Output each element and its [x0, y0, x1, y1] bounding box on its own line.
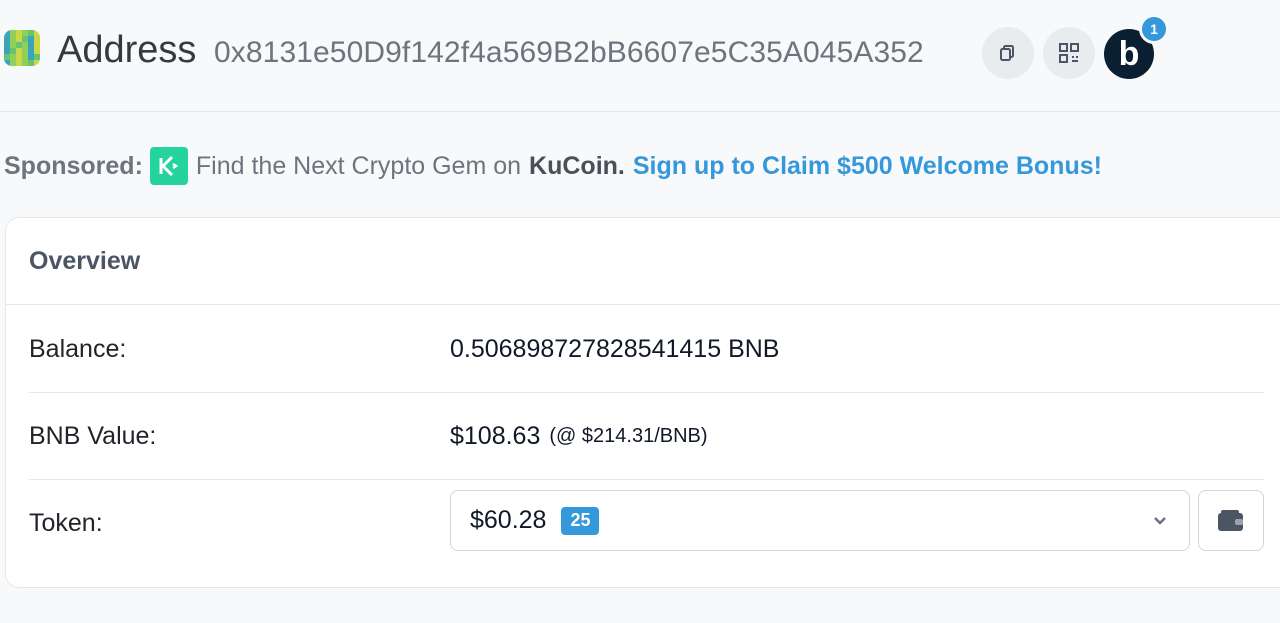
sponsored-label: Sponsored:	[4, 151, 143, 180]
token-value: $60.28	[470, 506, 547, 534]
balance-label: Balance:	[29, 335, 127, 363]
bnb-value-label: BNB Value:	[29, 422, 157, 450]
page-header: Address 0x8131e50D9f142f4a569B2bB6607e5C…	[0, 0, 1280, 112]
token-label: Token:	[29, 509, 103, 537]
wallet-button[interactable]	[1198, 490, 1264, 551]
sponsored-brand[interactable]: KuCoin.	[529, 152, 625, 181]
qr-code-button[interactable]	[1043, 27, 1095, 79]
token-count-badge: 25	[561, 506, 600, 535]
balance-row: Balance: 0.506898727828541415 BNB	[29, 306, 1264, 393]
bnb-value-row: BNB Value: $108.63 (@ $214.31/BNB)	[29, 393, 1264, 480]
address-avatar	[4, 30, 40, 66]
token-row: Token: $60.28 25	[29, 480, 1264, 567]
kucoin-symbol	[159, 155, 179, 177]
notification-badge: 1	[1139, 14, 1169, 44]
address-hash[interactable]: 0x8131e50D9f142f4a569B2bB6607e5C35A045A3…	[214, 35, 924, 71]
bnb-price: (@ $214.31/BNB)	[549, 425, 708, 447]
bnb-value-amount: $108.63	[450, 422, 541, 450]
copy-icon	[1000, 45, 1014, 61]
qr-code-icon	[1059, 43, 1079, 63]
bnb-value-wrapper: $108.63 (@ $214.31/BNB)	[450, 393, 708, 480]
chevron-down-icon	[1154, 517, 1166, 525]
sponsored-text: Find the Next Crypto Gem on	[195, 151, 522, 180]
wallet-icon	[1218, 509, 1243, 531]
copy-button[interactable]	[982, 27, 1034, 79]
page-title: Address	[57, 29, 197, 71]
kucoin-logo-icon[interactable]	[149, 147, 188, 185]
overview-title: Overview	[6, 218, 1280, 305]
sponsored-banner: Sponsored: Find the Next Crypto Gem on K…	[4, 146, 1102, 186]
sponsored-cta-link[interactable]: Sign up to Claim $500 Welcome Bonus!	[633, 152, 1102, 181]
overview-card: Overview Balance: 0.506898727828541415 B…	[5, 217, 1280, 588]
balance-value: 0.506898727828541415 BNB	[450, 335, 780, 363]
token-dropdown[interactable]: $60.28 25	[450, 490, 1190, 551]
